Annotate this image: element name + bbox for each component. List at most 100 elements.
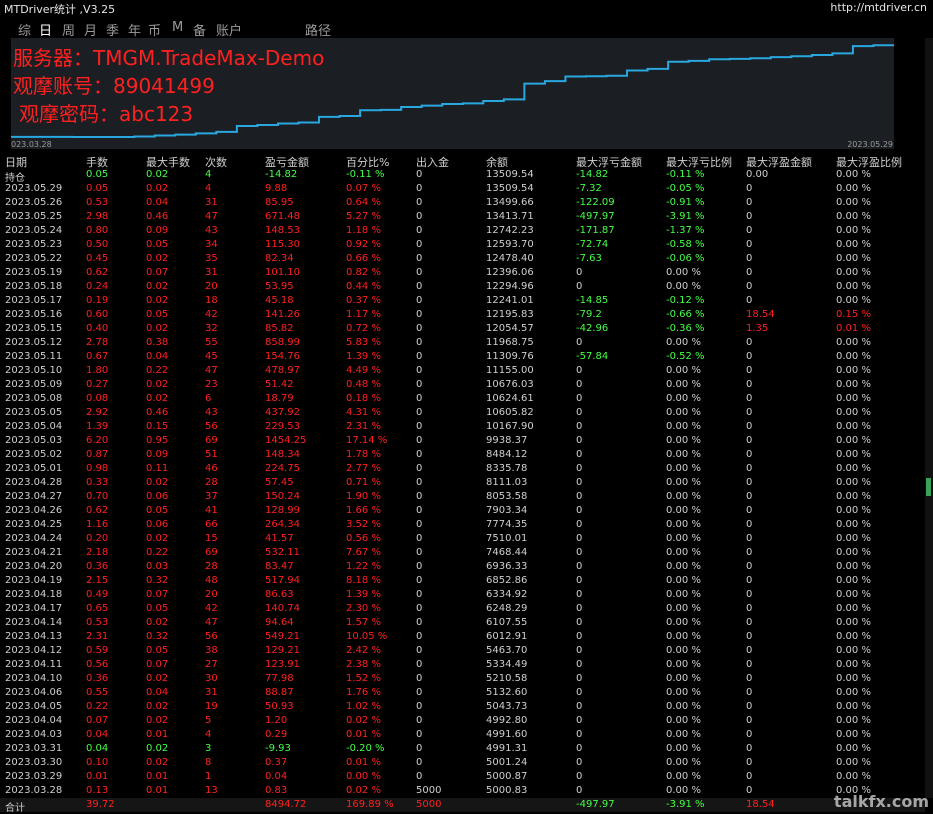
cell: 0 (746, 491, 753, 502)
cell: 20 (205, 589, 218, 600)
cell: 0.02 (146, 673, 169, 684)
cell: 6248.29 (486, 603, 528, 614)
cell: 18.79 (265, 393, 294, 404)
cell: 8335.78 (486, 463, 528, 474)
cell: 0.02 (146, 393, 169, 404)
cell: 2023.05.11 (5, 351, 63, 362)
cell: 0 (416, 365, 423, 376)
table-row: 2023.04.21 2.18 0.22 69 532.11 7.67 % 0 7468.44… (0, 546, 925, 560)
tab-8[interactable]: 备 (193, 20, 206, 39)
cell: 11309.76 (486, 351, 534, 362)
cell: 32 (205, 323, 218, 334)
cell: 264.34 (265, 519, 300, 530)
cell: 0 (746, 281, 753, 292)
cell: 1.35 (746, 323, 769, 334)
cell: 0.00 % (666, 575, 701, 586)
cell: 39.72 (86, 799, 115, 810)
vertical-scrollbar[interactable] (925, 38, 933, 798)
cell: 0.07 (146, 267, 169, 278)
cell: 2023.04.25 (5, 519, 63, 530)
table-row: 2023.05.03 6.20 0.95 69 1454.25 17.14 % 0 9938.… (0, 434, 925, 448)
cell: 0.02 (146, 743, 169, 754)
scrollbar-thumb[interactable] (926, 478, 931, 496)
cell: 0 (576, 701, 583, 712)
cell: 0.00 % (836, 393, 871, 404)
cell: 13509.54 (486, 183, 534, 194)
cell: 0.00 % (836, 561, 871, 572)
table-row: 2023.05.22 0.45 0.02 35 82.34 0.66 % 0 12478.40… (0, 252, 925, 266)
cell: 0 (746, 561, 753, 572)
cell: -0.52 % (666, 351, 705, 362)
equity-chart: 服务器：TMGM.TradeMax-Demo 观摩账号：89041499 观摩密… (11, 38, 894, 149)
cell: 2.15 (86, 575, 109, 586)
cell: -497.97 (576, 211, 615, 222)
cell: 0.72 % (346, 323, 381, 334)
cell: 38 (205, 645, 218, 656)
cell: 51.42 (265, 379, 294, 390)
table-row: 2023.03.28 0.13 0.01 13 0.83 0.02 % 5000 5000.8… (0, 784, 925, 798)
cell: 0 (576, 645, 583, 656)
cell: 0 (416, 491, 423, 502)
tab-0[interactable]: 综 (18, 20, 31, 39)
tab-3[interactable]: 月 (84, 20, 97, 39)
tab-4[interactable]: 季 (106, 20, 119, 39)
cell: 0 (576, 379, 583, 390)
tab-2[interactable]: 周 (62, 20, 75, 39)
cell: 0.71 % (346, 477, 381, 488)
tab-7[interactable]: M (172, 20, 183, 35)
tab-9[interactable]: 账户 (216, 20, 242, 39)
cell: 0 (416, 337, 423, 348)
equity-point (769, 56, 772, 58)
cell: -14.82 (576, 169, 609, 180)
cell: 0 (746, 505, 753, 516)
cell: 28 (205, 561, 218, 572)
tab-5[interactable]: 年 (128, 20, 141, 39)
tab-6[interactable]: 币 (148, 20, 161, 39)
cell: 0 (576, 519, 583, 530)
cell: 0.00 % (836, 715, 871, 726)
cell: 0 (746, 701, 753, 712)
cell: 2.77 % (346, 463, 381, 474)
cell: -0.12 % (666, 295, 705, 306)
tab-10[interactable]: 路径 (305, 20, 331, 39)
cell: 6334.92 (486, 589, 528, 600)
table-row: 2023.03.29 0.01 0.01 1 0.04 0.00 % 0 5000.87 0 0.… (0, 770, 925, 784)
cell: 0 (746, 645, 753, 656)
cell: 671.48 (265, 211, 300, 222)
cell: 0 (746, 295, 753, 306)
table-row: 2023.04.25 1.16 0.06 66 264.34 3.52 % 0 7774.35… (0, 518, 925, 532)
cell: 0 (416, 393, 423, 404)
cell: -7.63 (576, 253, 602, 264)
tab-1[interactable]: 日 (39, 20, 52, 39)
cell: 129.21 (265, 645, 300, 656)
cell: 0.00 % (836, 631, 871, 642)
cell: 0 (576, 673, 583, 684)
cell: 0 (416, 533, 423, 544)
cell: 5000 (416, 785, 442, 796)
cell: 0.00 % (836, 589, 871, 600)
cell: 0 (576, 715, 583, 726)
cell: 2023.05.17 (5, 295, 63, 306)
cell: 0 (416, 197, 423, 208)
cell: 0 (416, 239, 423, 250)
cell: 12195.83 (486, 309, 534, 320)
cell: 0.00 % (836, 645, 871, 656)
equity-point (30, 136, 33, 138)
cell: 148.53 (265, 225, 300, 236)
table-row: 2023.04.05 0.22 0.02 19 50.93 1.02 % 0 5043.73 0… (0, 700, 925, 714)
cell: 4991.31 (486, 743, 528, 754)
cell: 69 (205, 547, 218, 558)
cell: 0.01 (146, 785, 169, 796)
cell: 0 (746, 239, 753, 250)
cell: 8.18 % (346, 575, 381, 586)
cell: 154.76 (265, 351, 300, 362)
cell: 1.80 (86, 365, 109, 376)
cell: 0.00 % (666, 659, 701, 670)
equity-point (523, 82, 526, 85)
cell: 0.07 (146, 589, 169, 600)
cell: 9938.37 (486, 435, 528, 446)
cell: 1.90 % (346, 491, 381, 502)
website-link[interactable]: http://mtdriver.cn (830, 1, 927, 14)
cell: 148.34 (265, 449, 300, 460)
cell: 6852.86 (486, 575, 528, 586)
